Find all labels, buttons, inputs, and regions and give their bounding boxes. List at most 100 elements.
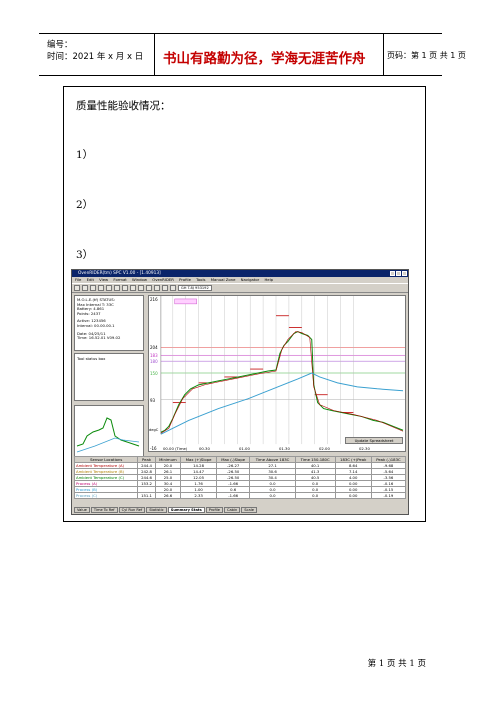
tab-statistic[interactable]: Statistic — [146, 507, 167, 513]
x-tick: 00.30 — [199, 446, 210, 451]
menu-profile[interactable]: Profile — [179, 277, 191, 282]
window-title: OvenRIDER(tm) SPC V1.00 - [1.40913] — [78, 271, 161, 276]
column-header[interactable]: Minimum — [154, 456, 182, 463]
column-header[interactable]: Time 150-180C — [294, 456, 336, 463]
time-label: 时间：2021 年 x 月 x 日 — [47, 52, 144, 62]
profile-chart[interactable]: 216 204 183 180 150 93 degC -16 00.00 (T… — [148, 295, 406, 452]
cut-icon[interactable] — [106, 285, 112, 291]
stat-cell: 2.33 — [180, 492, 217, 499]
stat-cell: 151.1 — [137, 492, 156, 499]
tab-time-to-ref[interactable]: Time To Ref — [90, 507, 118, 513]
menu-format[interactable]: Format — [113, 277, 126, 282]
menu-edit[interactable]: Edit — [87, 277, 94, 282]
stat-cell: 0.0 — [294, 492, 336, 499]
tab-summary-stats[interactable]: Summary Stats — [167, 507, 205, 513]
item-2: 2） — [76, 199, 94, 211]
item-3: 3） — [76, 249, 94, 261]
zone-dividers — [172, 296, 354, 445]
stat-cell: 0.0 — [249, 492, 296, 499]
zoom-in-icon[interactable] — [130, 285, 136, 291]
menu-navigator[interactable]: Navigator — [241, 277, 260, 282]
save-icon[interactable] — [90, 285, 96, 291]
motto: 书山有路勤为径，学海无涯苦作舟 — [163, 51, 366, 67]
stat-cell: -1.66 — [215, 492, 251, 499]
tab-value[interactable]: Value — [74, 507, 90, 513]
column-header[interactable]: Max (-)Slope — [215, 456, 251, 463]
column-header[interactable]: Max (+)Slope — [180, 456, 217, 463]
table-row[interactable]: Process (C) 151.1 26.6 2.33 -1.66 0.0 0.0 0.00-… — [73, 492, 407, 499]
stat-cell: 26.6 — [154, 492, 182, 499]
tool-status-label: Tool status box — [77, 356, 106, 361]
menu-ovenrider[interactable]: OvenRIDER — [152, 277, 174, 282]
open-icon[interactable] — [82, 285, 88, 291]
menu-file[interactable]: File — [75, 277, 81, 282]
ambient-trace-b — [160, 331, 404, 434]
menu-view[interactable]: View — [99, 277, 108, 282]
x-tick: 00.00 (Time) — [163, 446, 188, 451]
status-line: Time: 16.52.01 V09.02 — [77, 335, 121, 341]
y-tick: 180 — [150, 359, 158, 364]
left-panel: M.O.L.E.(tf) STATUS: Max Internal T: 33C… — [74, 295, 144, 471]
window-titlebar: OvenRIDER(tm) SPC V1.00 - [1.40913] — [72, 270, 408, 277]
y-tick: -16 — [150, 446, 157, 451]
tool-status-box: Tool status box — [74, 353, 144, 401]
tab-profile[interactable]: Profile — [205, 507, 223, 513]
grid-icon[interactable] — [154, 285, 160, 291]
column-header[interactable]: Time Above 183C — [249, 456, 296, 463]
y-tick: 183 — [150, 353, 158, 358]
maximize-icon[interactable] — [396, 271, 401, 276]
minimize-icon[interactable] — [390, 271, 395, 276]
x-tick: 01.30 — [279, 446, 290, 451]
x-tick: 02.30 — [359, 446, 370, 451]
menu-window[interactable]: Window — [132, 277, 147, 282]
column-header[interactable]: Peak (-)183C — [370, 456, 407, 463]
copy-icon[interactable] — [114, 285, 120, 291]
close-icon[interactable] — [402, 271, 407, 276]
new-icon[interactable] — [74, 285, 80, 291]
item-1: 1） — [76, 149, 94, 161]
profile-thumbnail[interactable] — [74, 405, 144, 463]
tab-cabin[interactable]: Cabin — [223, 507, 241, 513]
sensor-location-cell: Process (C) — [73, 492, 139, 499]
number-label: 编号： — [47, 40, 73, 50]
marker-label-box — [174, 298, 197, 305]
x-tick: 01.00 — [239, 446, 250, 451]
profile-select[interactable]: GH T.8J 953192 — [178, 285, 212, 291]
summary-stats-table: Sensor Locations Peak Minimum Max (+)Slo… — [73, 456, 407, 499]
y-tick: 216 — [150, 297, 158, 302]
process-trace — [160, 372, 404, 435]
menu-manual-zone[interactable]: Manual Zone — [211, 277, 236, 282]
page-footer: 第 1 页 共 1 页 — [367, 659, 426, 669]
document-header: 编号： 时间：2021 年 x 月 x 日 书山有路勤为径，学海无涯苦作舟 页码… — [39, 33, 466, 76]
section-title: 质量性能验收情况： — [76, 100, 171, 112]
y-tick: 150 — [150, 371, 158, 376]
y-tick: 204 — [150, 345, 158, 350]
tab-scale[interactable]: Scale — [241, 507, 257, 513]
stat-cell: 0.00 — [334, 492, 372, 499]
column-header[interactable]: 183C (+)Peak — [334, 456, 372, 463]
header-page-cell: 页码：第 1 页 共 1 页 — [384, 34, 466, 75]
y-tick: 93 — [150, 398, 156, 403]
sheet-tabs: Value Time To Ref Cyl Run Ref Statistic … — [74, 507, 258, 513]
header-meta: 编号： 时间：2021 年 x 月 x 日 — [39, 34, 155, 75]
status-box: M.O.L.E.(tf) STATUS: Max Internal T: 33C… — [74, 295, 144, 351]
zoom-out-icon[interactable] — [138, 285, 144, 291]
embedded-screenshot: OvenRIDER(tm) SPC V1.00 - [1.40913] File… — [71, 269, 409, 515]
stat-cell: -0.19 — [370, 492, 407, 499]
toolbar: GH T.8J 953192 — [72, 283, 408, 293]
x-tick: 02.00 — [319, 446, 330, 451]
chart-icon[interactable] — [146, 285, 152, 291]
content-box: 质量性能验收情况： 1） 2） 3） OvenRIDER(tm) SPC V1.… — [63, 86, 426, 522]
menu-help[interactable]: Help — [264, 277, 273, 282]
menu-tools[interactable]: Tools — [196, 277, 205, 282]
y-unit: degC — [149, 428, 159, 432]
update-spreadsheet-button[interactable]: Update Spreadsheet — [345, 437, 403, 444]
page-info: 页码：第 1 页 共 1 页 — [387, 51, 466, 60]
table-icon[interactable] — [162, 285, 168, 291]
help-icon[interactable] — [170, 285, 176, 291]
tab-cyl-run-ref[interactable]: Cyl Run Ref — [118, 507, 146, 513]
paste-icon[interactable] — [122, 285, 128, 291]
header-motto-cell: 书山有路勤为径，学海无涯苦作舟 — [155, 34, 384, 75]
thumbnail-chart — [76, 417, 140, 453]
print-icon[interactable] — [98, 285, 104, 291]
